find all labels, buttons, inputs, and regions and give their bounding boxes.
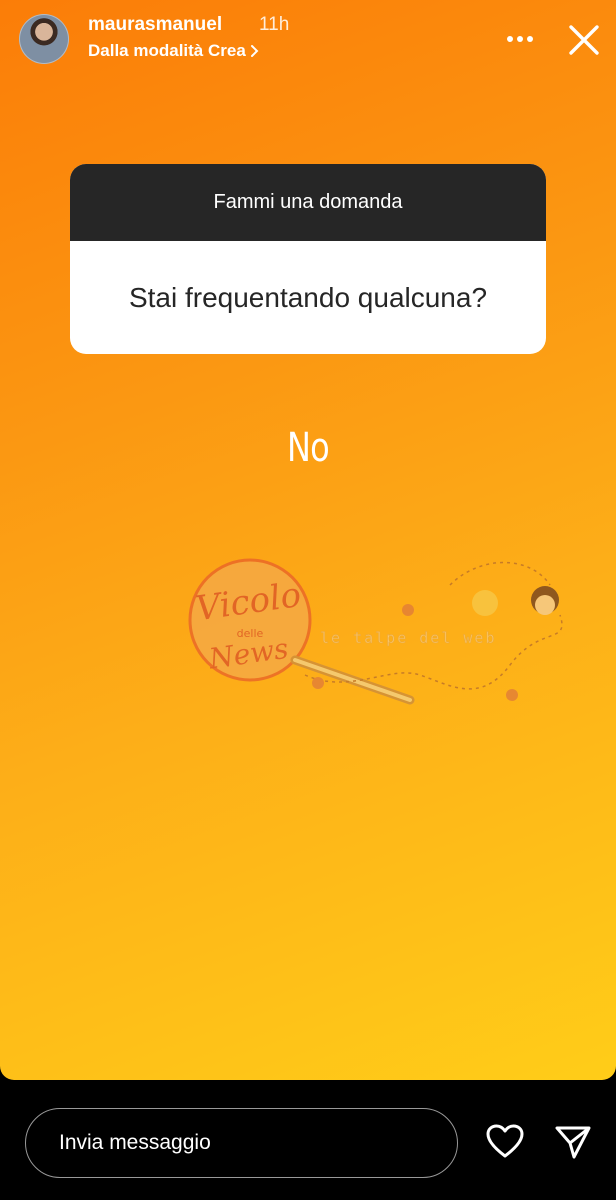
question-sticker: Fammi una domanda Stai frequentando qual… (70, 164, 546, 354)
close-icon (569, 25, 599, 55)
watermark-logo: Vicolo delle News le talpe del web (188, 558, 563, 705)
message-input[interactable]: Invia messaggio (25, 1108, 458, 1178)
question-text: Stai frequentando qualcuna? (128, 281, 488, 313)
story-header: maurasmanuel 11h Dalla modalità Crea (0, 0, 616, 80)
message-placeholder: Invia messaggio (59, 1131, 211, 1154)
username[interactable]: maurasmanuel (88, 14, 222, 36)
heart-icon (486, 1124, 524, 1158)
svg-text:le talpe del web: le talpe del web (320, 629, 497, 647)
close-button[interactable] (562, 18, 606, 62)
answer-text: No (287, 425, 330, 471)
like-button[interactable] (485, 1122, 525, 1162)
more-horizontal-icon (507, 36, 533, 42)
more-options-button[interactable] (500, 22, 540, 56)
story-footer: Invia messaggio (0, 1080, 616, 1200)
send-icon (555, 1126, 591, 1159)
question-prompt: Fammi una domanda (70, 164, 546, 241)
chevron-right-icon (250, 45, 259, 57)
send-button[interactable] (553, 1122, 593, 1162)
creation-mode-link[interactable]: Dalla modalità Crea (88, 41, 260, 61)
story-frame[interactable]: maurasmanuel 11h Dalla modalità Crea Fam… (0, 0, 616, 1080)
avatar[interactable] (19, 14, 69, 64)
creation-mode-label: Dalla modalità Crea (88, 41, 246, 60)
story-timestamp: 11h (259, 14, 290, 35)
